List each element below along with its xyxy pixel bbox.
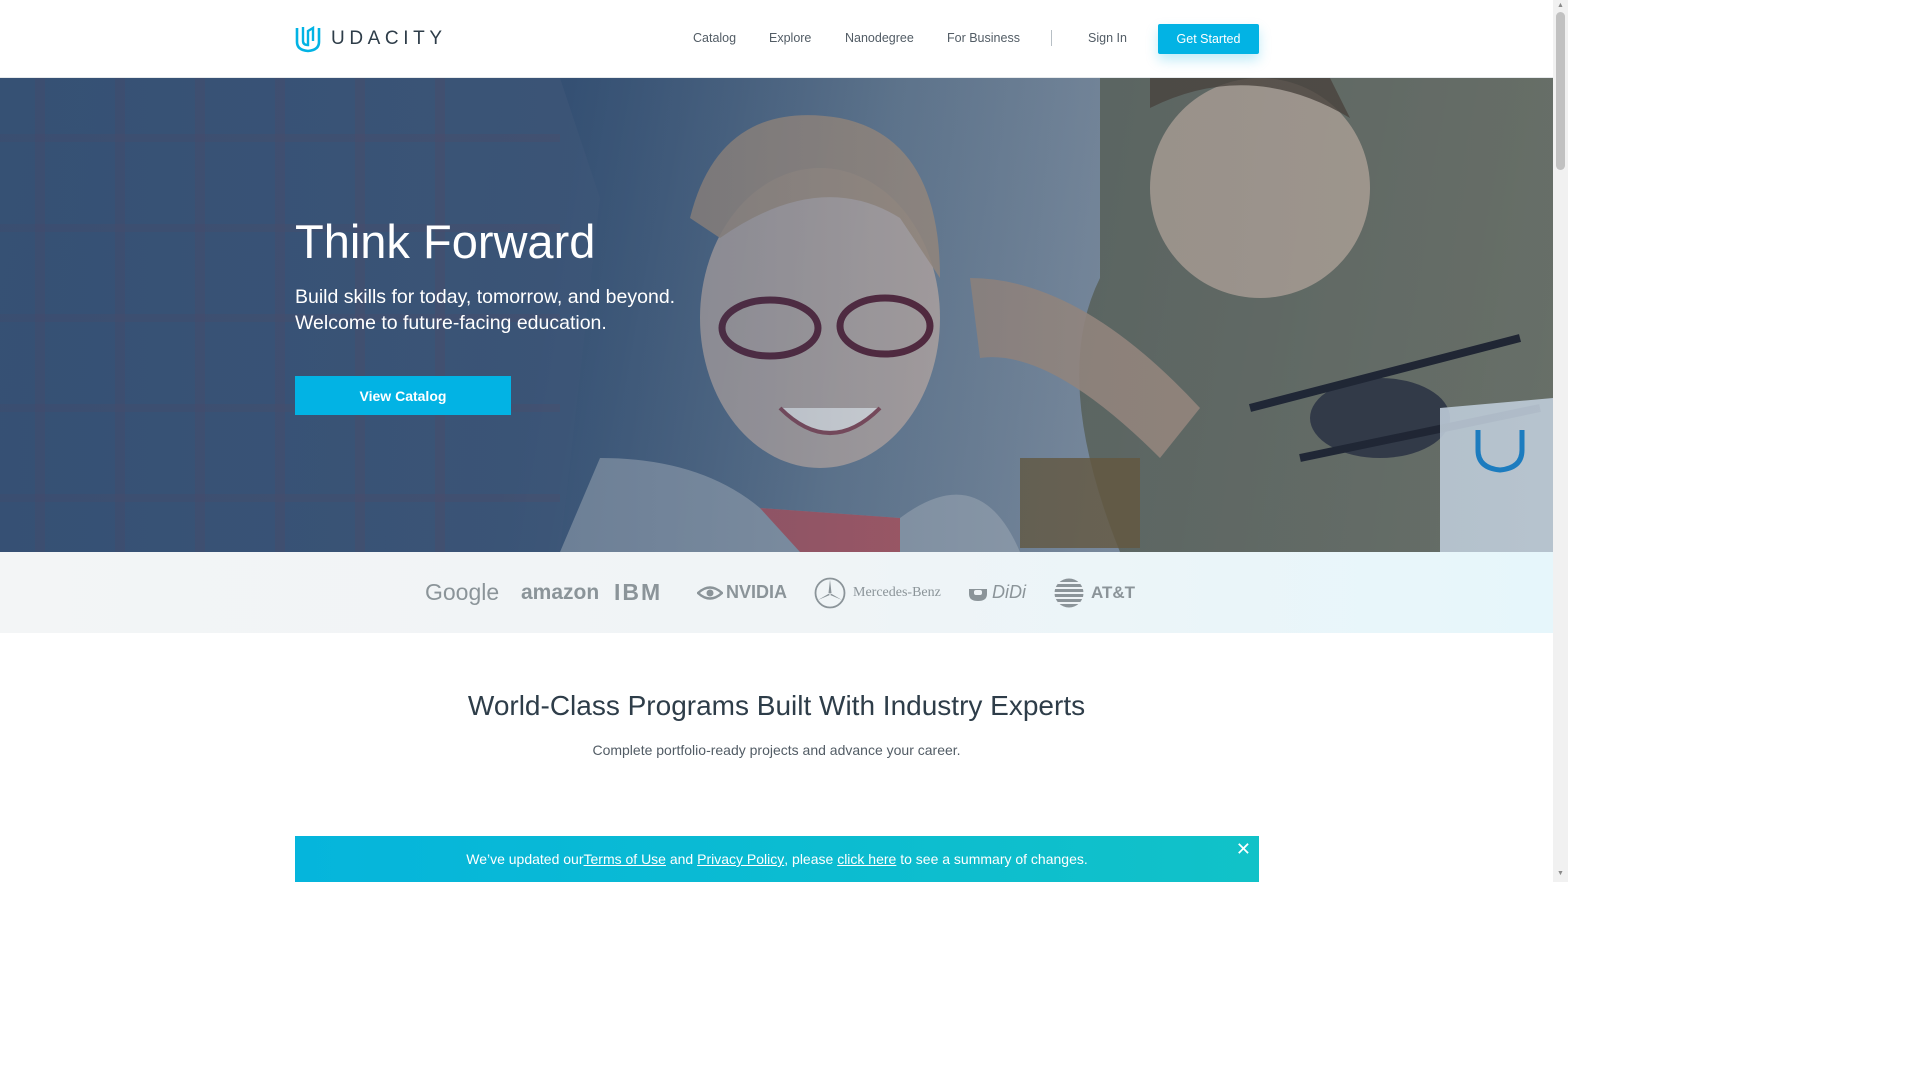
- partner-name-att: AT&T: [1091, 582, 1136, 602]
- partner-logo-att: AT&T: [1053, 552, 1135, 633]
- hero-subtitle-line-2: Welcome to future-facing education.: [295, 312, 607, 334]
- hero-overlay: [0, 78, 1553, 552]
- scrollbar-thumb[interactable]: [1556, 12, 1565, 170]
- section-title: World-Class Programs Built With Industry…: [467, 690, 1086, 721]
- att-globe-icon: [1054, 578, 1084, 607]
- get-started-button[interactable]: Get Started: [1158, 24, 1259, 54]
- nav-catalog[interactable]: Catalog: [693, 31, 736, 45]
- partner-logo-amazon: amazon: [521, 580, 600, 604]
- scroll-up-arrow-icon[interactable]: ▲: [1557, 2, 1564, 9]
- hero-subtitle-line-1: Build skills for today, tomorrow, and be…: [295, 286, 676, 308]
- click-here-link[interactable]: click here: [837, 851, 896, 867]
- banner-text-and: and: [665, 851, 698, 867]
- page-scrollbar[interactable]: ▲ ▼: [1553, 0, 1568, 882]
- partner-logo-ibm: IBM: [614, 579, 663, 605]
- hero-title: Think Forward: [295, 215, 596, 268]
- hero-banner: Think Forward Build skills for today, to…: [0, 78, 1553, 552]
- scroll-down-arrow-icon[interactable]: ▼: [1557, 870, 1564, 877]
- udacity-logo[interactable]: UDACITY: [295, 25, 447, 53]
- terms-of-use-link[interactable]: Terms of Use: [584, 851, 666, 867]
- partner-logo-didi: DiDi: [967, 552, 1026, 633]
- site-header: UDACITY Catalog Explore Nanodegree For B…: [0, 0, 1553, 78]
- close-icon[interactable]: ✕: [1236, 840, 1251, 858]
- policy-update-banner: We’ve updated our Terms of Use and Priva…: [295, 836, 1259, 882]
- partner-name-didi: DiDi: [992, 582, 1026, 602]
- nav-explore[interactable]: Explore: [769, 31, 811, 45]
- banner-text-before: We’ve updated our: [466, 851, 584, 867]
- partner-logo-google: Google: [425, 579, 500, 605]
- nav-for-business[interactable]: For Business: [947, 31, 1020, 45]
- banner-text-please: , please: [784, 851, 838, 867]
- partner-logo-mercedes: Mercedes-Benz: [814, 552, 941, 633]
- view-catalog-button[interactable]: View Catalog: [295, 376, 511, 415]
- didi-icon: [969, 588, 987, 601]
- banner-text-after: to see a summary of changes.: [896, 851, 1088, 867]
- mercedes-star-icon: [814, 577, 846, 608]
- partner-logo-nvidia: NVIDIA: [697, 552, 787, 633]
- nav-nanodegree[interactable]: Nanodegree: [845, 31, 914, 45]
- partner-logos-strip: Google amazon IBM NVIDIA Mercedes-Benz D…: [0, 552, 1553, 633]
- section-subtitle: Complete portfolio-ready projects and ad…: [592, 742, 961, 758]
- partner-name-nvidia: NVIDIA: [726, 582, 788, 602]
- udacity-logo-icon: [295, 25, 321, 53]
- partner-name-mercedes: Mercedes-Benz: [853, 584, 941, 600]
- hero-subtitle: Build skills for today, tomorrow, and be…: [295, 284, 755, 336]
- brand-name: UDACITY: [331, 28, 447, 49]
- privacy-policy-link[interactable]: Privacy Policy: [697, 851, 784, 867]
- nav-divider: [1051, 30, 1052, 46]
- nvidia-eye-icon: [697, 585, 723, 600]
- sign-in-link[interactable]: Sign In: [1088, 31, 1127, 45]
